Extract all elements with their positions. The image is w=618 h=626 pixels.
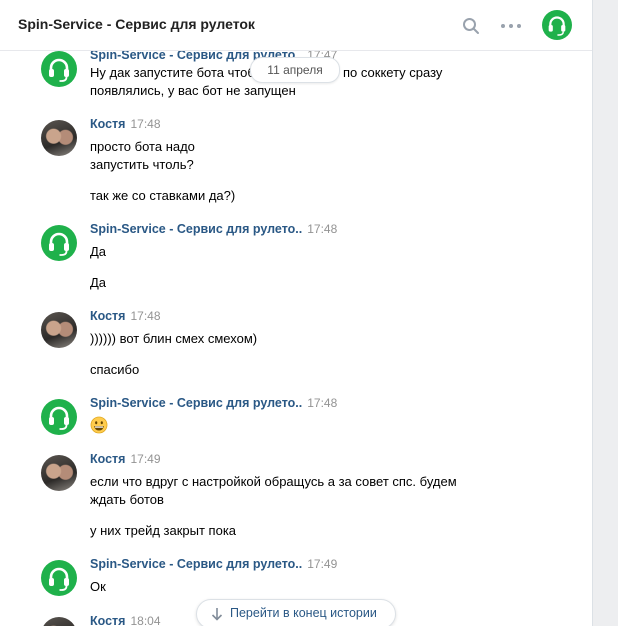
sender-avatar[interactable] — [41, 312, 77, 348]
headset-icon — [49, 232, 69, 256]
message-author[interactable]: Костя 17:49 — [90, 452, 161, 466]
headset-icon — [49, 58, 69, 82]
message-text: если что вдруг с настройкой обращусь а з… — [90, 474, 457, 489]
message-text: Да — [90, 244, 107, 259]
message-text: Ну дак запустите бота чтоб — [90, 65, 255, 80]
message-text: спасибо — [90, 362, 140, 377]
chat-title: Spin-Service - Сервис для рулеток — [18, 16, 255, 32]
message-text: появлялись, у вас бот не запущен — [90, 83, 296, 98]
chat-header: Spin-Service - Сервис для рулеток — [0, 0, 592, 51]
author-name[interactable]: Костя — [90, 309, 125, 323]
headset-icon — [548, 16, 566, 36]
grinning-face-emoji — [90, 416, 108, 434]
message-time[interactable]: 18:04 — [130, 614, 160, 626]
message-time[interactable]: 17:49 — [130, 452, 160, 466]
author-name[interactable]: Spin-Service - Сервис для рулето.. — [90, 557, 302, 571]
sender-avatar[interactable] — [41, 617, 77, 626]
message-time[interactable]: 17:48 — [307, 222, 337, 236]
message-text: так же со ставками да?) — [90, 188, 236, 203]
sender-avatar[interactable] — [41, 51, 77, 87]
message-time[interactable]: 17:49 — [307, 557, 337, 571]
message-text: у них трейд закрыт пока — [90, 523, 237, 538]
search-icon[interactable] — [462, 17, 480, 35]
sender-avatar[interactable] — [41, 120, 77, 156]
message-author[interactable]: Spin-Service - Сервис для рулето.. 17:48 — [90, 396, 337, 410]
message-time[interactable]: 17:48 — [130, 117, 160, 131]
message-author[interactable]: Spin-Service - Сервис для рулето.. 17:49 — [90, 557, 337, 571]
author-name[interactable]: Костя — [90, 452, 125, 466]
author-name[interactable]: Костя — [90, 117, 125, 131]
message-text: )))))) вот блин смех смехом) — [90, 331, 258, 346]
message-time[interactable]: 17:48 — [307, 396, 337, 410]
message-time[interactable]: 17:48 — [130, 309, 160, 323]
message-text: Да — [90, 275, 107, 290]
message-author[interactable]: Костя 17:48 — [90, 309, 161, 323]
message-author[interactable]: Костя 17:48 — [90, 117, 161, 131]
author-name[interactable]: Костя — [90, 614, 125, 626]
chat-panel: Spin-Service - Сервис для рулеток Spin-S… — [0, 0, 593, 626]
sender-avatar[interactable] — [41, 225, 77, 261]
jump-to-end-label: Перейти в конец истории — [230, 606, 377, 620]
author-name[interactable]: Spin-Service - Сервис для рулето.. — [90, 396, 302, 410]
message-text: просто бота надо — [90, 139, 195, 154]
message-text: Ок — [90, 579, 106, 594]
message-text: по соккету сразу — [343, 65, 443, 80]
headset-icon — [49, 406, 69, 430]
message-history[interactable]: Spin-Service - Сервис для рулето.. 17:47 … — [0, 48, 592, 626]
arrow-down-icon — [211, 608, 223, 621]
message-author[interactable]: Костя 18:04 — [90, 614, 161, 626]
sender-avatar[interactable] — [41, 455, 77, 491]
chat-avatar[interactable] — [542, 10, 572, 40]
author-name[interactable]: Spin-Service - Сервис для рулето.. — [90, 222, 302, 236]
message-text: запустить чтоль? — [90, 157, 194, 172]
sender-avatar[interactable] — [41, 399, 77, 435]
date-divider: 11 апреля — [250, 57, 340, 83]
more-dots-icon[interactable] — [499, 17, 523, 35]
sender-avatar[interactable] — [41, 560, 77, 596]
message-author[interactable]: Spin-Service - Сервис для рулето.. 17:48 — [90, 222, 337, 236]
headset-icon — [49, 567, 69, 591]
jump-to-end-button[interactable]: Перейти в конец истории — [196, 599, 396, 626]
message-text: ждать ботов — [90, 492, 164, 507]
